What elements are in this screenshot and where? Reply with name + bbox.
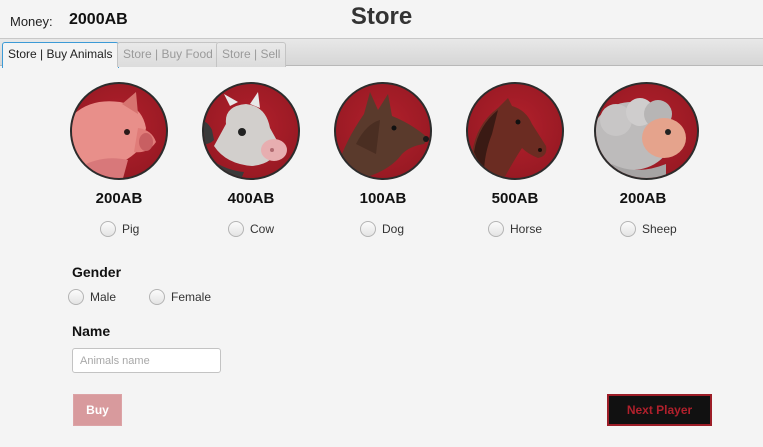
radio-button[interactable] — [620, 221, 636, 237]
horse-icon — [466, 82, 564, 180]
radio-button[interactable] — [360, 221, 376, 237]
tab-bar: Store | Buy Animals Store | Buy Food Sto… — [0, 38, 763, 68]
price-cow: 400AB — [227, 190, 275, 207]
pig-icon — [70, 82, 168, 180]
animal-card-sheep: 200AB Sheep — [594, 82, 699, 242]
radio-label-pig: Pig — [122, 222, 140, 236]
radio-button[interactable] — [149, 289, 165, 305]
radio-female[interactable]: Female — [149, 288, 211, 306]
animal-card-horse: 500AB Horse — [466, 82, 566, 242]
radio-button[interactable] — [100, 221, 116, 237]
price-dog: 100AB — [359, 190, 407, 207]
radio-button[interactable] — [68, 289, 84, 305]
price-sheep: 200AB — [619, 190, 667, 207]
tab-buy-animals[interactable]: Store | Buy Animals — [2, 42, 119, 68]
radio-male[interactable]: Male — [68, 288, 116, 306]
radio-horse[interactable]: Horse — [488, 220, 542, 238]
animal-card-pig: 200AB Pig — [70, 82, 170, 242]
name-label: Name — [72, 323, 111, 339]
next-player-button[interactable]: Next Player — [607, 394, 712, 426]
price-horse: 500AB — [491, 190, 539, 207]
radio-label-male: Male — [90, 290, 117, 304]
animal-name-input[interactable] — [72, 348, 221, 373]
price-pig: 200AB — [95, 190, 143, 207]
cow-icon — [202, 82, 300, 180]
sheep-icon — [594, 82, 699, 180]
radio-label-cow: Cow — [250, 222, 275, 236]
dog-icon — [334, 82, 432, 180]
page-title: Store — [350, 3, 413, 30]
radio-label-dog: Dog — [382, 222, 405, 236]
radio-label-female: Female — [171, 290, 212, 304]
tab-sell[interactable]: Store | Sell — [216, 42, 287, 67]
radio-button[interactable] — [488, 221, 504, 237]
radio-sheep[interactable]: Sheep — [620, 220, 677, 238]
radio-cow[interactable]: Cow — [228, 220, 274, 238]
animal-card-cow: 400AB Cow — [202, 82, 302, 242]
animal-card-dog: 100AB Dog — [334, 82, 434, 242]
radio-dog[interactable]: Dog — [360, 220, 404, 238]
gender-label: Gender — [72, 264, 122, 280]
radio-button[interactable] — [228, 221, 244, 237]
radio-label-sheep: Sheep — [642, 222, 677, 236]
tab-buy-food[interactable]: Store | Buy Food — [117, 42, 219, 67]
buy-button[interactable]: Buy — [73, 394, 122, 426]
radio-pig[interactable]: Pig — [100, 220, 139, 238]
radio-label-horse: Horse — [510, 222, 543, 236]
